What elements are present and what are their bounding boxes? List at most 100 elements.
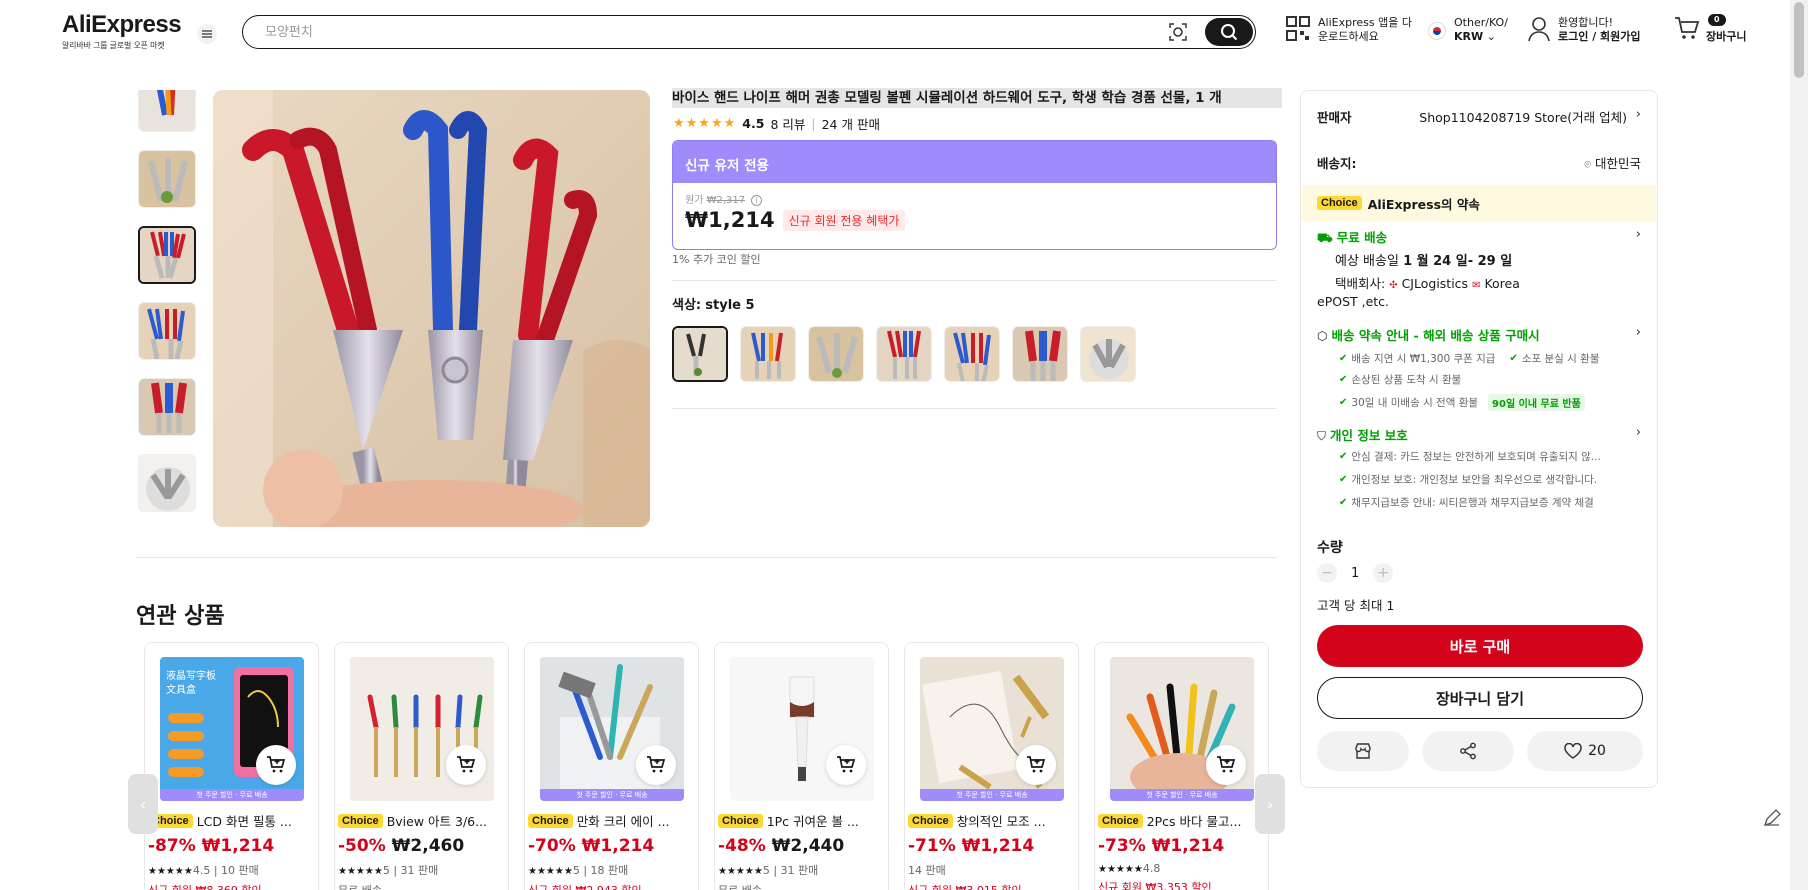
qr-code-icon [1286,16,1310,41]
search-button[interactable] [1205,18,1253,46]
product-card-title[interactable]: 창의적인 모조 ... [957,811,1046,830]
review-count[interactable]: 8 리뷰 [770,114,805,133]
product-card-title[interactable]: Bview 아트 3/6... [387,811,487,830]
product-card-image[interactable] [730,657,874,801]
product-card[interactable]: 液晶写字板 文具盒 첫 주문 할인 · 무료 배송 Choice LCD 화면 필통… [144,642,319,890]
thumbnail[interactable] [138,90,196,132]
color-swatch[interactable] [740,326,796,382]
rating-row[interactable]: ★★★★★ 4.5 8 리뷰 | 24 개 판매 [673,114,880,133]
product-card[interactable]: 첫 주문 할인 · 무료 배송 Choice 만화 크리 에이 ... -70% … [524,642,699,890]
dp-item4: 30일 내 미배송 시 전액 환불 [1351,397,1479,409]
price: ₩1,214 [201,836,275,856]
star-rating-icon: ★★★★★ [338,866,383,877]
thumbnail[interactable] [138,302,196,360]
increase-quantity-button[interactable]: + [1373,563,1394,583]
quantity-label-text: 수량 [1317,540,1343,556]
share-icon [1460,742,1476,760]
product-card-image[interactable] [350,657,494,801]
chevron-down-icon: ⌄ [1486,30,1496,43]
welcome-text: 환영합니다! [1558,16,1614,29]
add-to-cart-icon[interactable] [636,745,676,785]
wishlist-count: 20 [1588,743,1606,759]
seller-row[interactable]: 판매자 Shop1104208719 Store(거래 업체) › [1317,107,1641,126]
scrollbar[interactable] [1790,0,1808,890]
product-card-image[interactable]: 첫 주문 할인 · 무료 배송 [1110,657,1254,801]
carrier-prefix: 택배회사: [1335,276,1386,291]
dp-row2: ✔ 손상된 상품 도착 시 환불 [1339,372,1641,387]
account-menu[interactable]: 환영합니다! 로그인 / 회원가입 [1528,16,1641,44]
new-user-promo-box: 신규 유저 전용 원가 ₩2,317 i ₩1,214 신규 회원 전용 혜택가 [672,140,1277,250]
thumbnail[interactable] [138,378,196,436]
promo-banner: 첫 주문 할인 · 무료 배송 [540,789,684,801]
add-to-cart-icon[interactable] [446,745,486,785]
carousel-next-button[interactable]: › [1255,774,1285,834]
product-card[interactable]: 첫 주문 할인 · 무료 배송 Choice 2Pcs 바다 물고... -73%… [1094,642,1269,890]
cart-link[interactable]: 0 장바구니 [1674,14,1746,44]
add-to-cart-button[interactable]: 장바구니 담기 [1317,677,1643,719]
login-signup-link[interactable]: 로그인 / 회원가입 [1558,30,1641,43]
ship-to-row[interactable]: 배송지: ⌾ 대한민국 [1317,153,1641,172]
color-label: 색상: style 5 [672,294,755,313]
color-swatch[interactable] [876,326,932,382]
product-card-title[interactable]: 만화 크리 에이 ... [577,811,670,830]
price: ₩1,214 [1151,836,1225,856]
discount: -73% [1098,836,1146,856]
choice-tag: Choice [908,813,953,828]
color-swatch[interactable] [1012,326,1068,382]
search-input[interactable] [265,22,1065,42]
add-to-cart-icon[interactable] [256,745,296,785]
scrollbar-thumb[interactable] [1794,2,1804,78]
check-icon: ✔ [1509,353,1518,364]
aliexpress-logo[interactable]: AliExpress 알리바바 그룹 글로벌 오픈 마켓 [62,12,182,51]
color-swatch-selected[interactable] [672,326,728,382]
product-card-image[interactable]: 첫 주문 할인 · 무료 배송 [540,657,684,801]
wishlist-button[interactable]: 20 [1527,731,1643,771]
product-card-title[interactable]: 1Pc 귀여운 볼 ... [767,811,859,830]
eta-prefix: 예상 배송일 [1335,254,1399,269]
product-card-image[interactable]: 첫 주문 할인 · 무료 배송 [920,657,1064,801]
product-card[interactable]: 첫 주문 할인 · 무료 배송 Choice 창의적인 모조 ... -71% ₩… [904,642,1079,890]
language-currency-selector[interactable]: Other/KO/ KRW ⌄ [1428,16,1508,44]
discount: -87% [148,836,196,856]
product-card-title[interactable]: LCD 화면 필통 ... [197,811,292,830]
free-shipping-row[interactable]: ⛟ 무료 배송 › [1317,227,1641,247]
product-card[interactable]: Choice 1Pc 귀여운 볼 ... -48% ₩2,440 ★★★★★5 |… [714,642,889,890]
color-swatch[interactable] [944,326,1000,382]
quantity-value[interactable]: 1 [1351,566,1359,581]
add-to-cart-icon[interactable] [1206,745,1246,785]
thumbnail[interactable] [138,150,196,208]
share-button[interactable] [1422,731,1514,771]
edit-icon[interactable] [1762,808,1782,828]
main-product-image[interactable] [213,90,650,527]
decrease-quantity-button[interactable]: − [1317,563,1337,583]
add-to-cart-icon[interactable] [1016,745,1056,785]
original-price: ₩2,317 [706,195,746,206]
menu-icon[interactable] [197,24,217,44]
rating: 5 [572,864,580,877]
dp-item1: 배송 지연 시 ₩1,300 쿠폰 지급 [1351,353,1496,365]
rating: 4.5 [192,864,211,877]
privacy-row[interactable]: ⛉ 개인 정보 보호 › [1317,425,1641,444]
app-download[interactable]: AliExpress 앱을 다 운로드하세요 [1286,16,1412,44]
divider [136,557,1277,558]
product-card-title[interactable]: 2Pcs 바다 물고... [1147,811,1242,830]
add-to-cart-icon[interactable] [826,745,866,785]
seller-name[interactable]: Shop1104208719 Store(거래 업체) [1419,107,1627,126]
image-search-icon[interactable] [1167,21,1189,43]
color-swatch[interactable] [808,326,864,382]
info-icon[interactable]: i [751,195,763,206]
choice-promise-bar: Choice AliExpress의 약속 [1302,185,1656,221]
thumbnail[interactable] [138,454,196,512]
thumbnail-selected[interactable] [138,226,196,284]
product-card-image[interactable]: 液晶写字板 文具盒 첫 주문 할인 · 무료 배송 [160,657,304,801]
store-icon [1355,743,1371,759]
carousel-prev-button[interactable]: ‹ [128,774,158,834]
color-swatch[interactable] [1080,326,1136,382]
store-button[interactable] [1317,731,1409,771]
choice-tag: Choice [1098,813,1143,828]
choice-tag: Choice [528,813,573,828]
delivery-promise-row[interactable]: ⬡ 배송 약속 안내 - 해외 배송 상품 구매시 › [1317,325,1641,344]
product-card[interactable]: Choice Bview 아트 3/6... -50% ₩2,460 ★★★★★5… [334,642,509,890]
check-icon: ✔ [1339,374,1348,385]
buy-now-button[interactable]: 바로 구매 [1317,625,1643,667]
